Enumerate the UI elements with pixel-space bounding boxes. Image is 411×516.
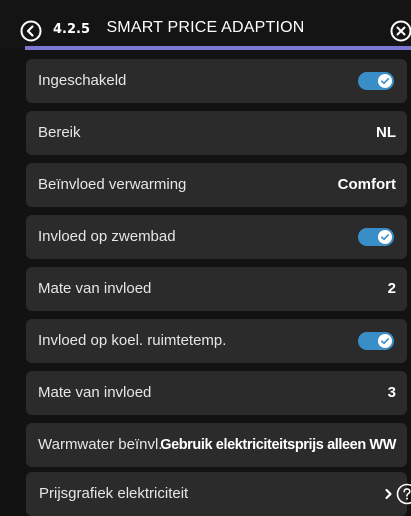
row-value: 3 [388, 371, 396, 415]
row-heating-influence[interactable]: Beïnvloed verwarming Comfort [26, 163, 407, 207]
row-range[interactable]: Bereik NL [26, 111, 407, 155]
cooling-influence-toggle[interactable] [358, 332, 394, 350]
row-value: 2 [388, 267, 396, 311]
toggle-knob [378, 334, 392, 348]
row-label: Mate van invloed [38, 267, 151, 311]
row-value: NL [376, 111, 396, 155]
header-accent-line [25, 46, 411, 50]
pool-influence-toggle[interactable] [358, 228, 394, 246]
row-value: Comfort [338, 163, 396, 207]
help-circle-icon [396, 483, 411, 505]
close-circle-icon [390, 20, 411, 42]
row-label: Beïnvloed verwarming [38, 163, 186, 207]
toggle-knob [378, 74, 392, 88]
row-enabled[interactable]: Ingeschakeld [26, 59, 407, 103]
row-label: Invloed op koel. ruimtetemp. [38, 319, 226, 363]
row-label: Bereik [38, 111, 81, 155]
header-bar: 4.2.5 SMART PRICE ADAPTION [0, 0, 411, 48]
chevron-right-icon [384, 486, 394, 502]
row-hot-water-influence[interactable]: Warmwater beïnvl. Gebruik elektriciteits… [26, 423, 407, 467]
check-icon [378, 334, 392, 348]
row-cooling-influence[interactable]: Invloed op koel. ruimtetemp. [26, 319, 407, 363]
help-button[interactable] [396, 483, 411, 505]
row-pool-influence[interactable]: Invloed op zwembad [26, 215, 407, 259]
close-button[interactable] [390, 20, 411, 42]
row-label: Warmwater beïnvl. [38, 423, 162, 467]
row-influence-degree-cooling[interactable]: Mate van invloed 3 [26, 371, 407, 415]
row-label: Ingeschakeld [38, 59, 126, 103]
row-value: Gebruik elektriciteitsprijs alleen WW [160, 423, 396, 467]
check-icon [378, 230, 392, 244]
page-title: SMART PRICE ADAPTION [0, 19, 411, 37]
check-icon [378, 74, 392, 88]
row-label: Prijsgrafiek elektriciteit [39, 472, 188, 516]
row-label: Mate van invloed [38, 371, 151, 415]
row-influence-degree-pool[interactable]: Mate van invloed 2 [26, 267, 407, 311]
row-electricity-price-graph[interactable]: Prijsgrafiek elektriciteit [26, 472, 407, 516]
toggle-knob [378, 230, 392, 244]
row-label: Invloed op zwembad [38, 215, 176, 259]
enabled-toggle[interactable] [358, 72, 394, 90]
